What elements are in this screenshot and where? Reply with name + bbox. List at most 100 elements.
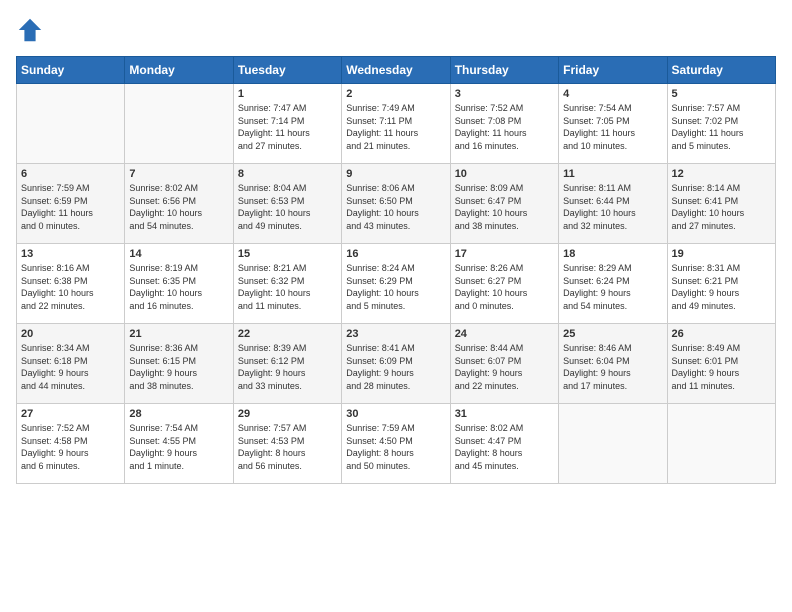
day-header-sunday: Sunday bbox=[17, 57, 125, 84]
calendar-cell bbox=[667, 404, 775, 484]
day-number: 17 bbox=[455, 248, 554, 260]
day-number: 6 bbox=[21, 168, 120, 180]
day-info: Sunrise: 7:54 AM Sunset: 7:05 PM Dayligh… bbox=[563, 102, 662, 152]
day-number: 11 bbox=[563, 168, 662, 180]
calendar-cell: 19 Sunrise: 8:31 AM Sunset: 6:21 PM Dayli… bbox=[667, 244, 775, 324]
day-number: 23 bbox=[346, 328, 445, 340]
day-info: Sunrise: 8:29 AM Sunset: 6:24 PM Dayligh… bbox=[563, 262, 662, 312]
calendar-cell: 25Sunrise: 8:46 AM Sunset: 6:04 PM Dayli… bbox=[559, 324, 667, 404]
calendar-cell: 9Sunrise: 8:06 AM Sunset: 6:50 PM Daylig… bbox=[342, 164, 450, 244]
day-number: 24 bbox=[455, 328, 554, 340]
calendar-cell: 16Sunrise: 8:24 AM Sunset: 6:29 PM Dayli… bbox=[342, 244, 450, 324]
day-info: Sunrise: 8:04 AM Sunset: 6:53 PM Dayligh… bbox=[238, 182, 337, 232]
day-info: Sunrise: 8:14 AM Sunset: 6:41 PM Dayligh… bbox=[672, 182, 771, 232]
day-number: 14 bbox=[129, 248, 228, 260]
day-info: Sunrise: 8:34 AM Sunset: 6:18 PM Dayligh… bbox=[21, 342, 120, 392]
day-info: Sunrise: 7:49 AM Sunset: 7:11 PM Dayligh… bbox=[346, 102, 445, 152]
day-info: Sunrise: 8:36 AM Sunset: 6:15 PM Dayligh… bbox=[129, 342, 228, 392]
day-number: 29 bbox=[238, 408, 337, 420]
calendar-cell: 12Sunrise: 8:14 AM Sunset: 6:41 PM Dayli… bbox=[667, 164, 775, 244]
calendar-cell bbox=[125, 84, 233, 164]
day-info: Sunrise: 8:39 AM Sunset: 6:12 PM Dayligh… bbox=[238, 342, 337, 392]
calendar-cell: 17Sunrise: 8:26 AM Sunset: 6:27 PM Dayli… bbox=[450, 244, 558, 324]
day-info: Sunrise: 7:59 AM Sunset: 4:50 PM Dayligh… bbox=[346, 422, 445, 472]
calendar-cell: 31Sunrise: 8:02 AM Sunset: 4:47 PM Dayli… bbox=[450, 404, 558, 484]
day-header-tuesday: Tuesday bbox=[233, 57, 341, 84]
day-info: Sunrise: 7:57 AM Sunset: 4:53 PM Dayligh… bbox=[238, 422, 337, 472]
day-number: 22 bbox=[238, 328, 337, 340]
day-number: 21 bbox=[129, 328, 228, 340]
page-header bbox=[16, 16, 776, 44]
calendar-cell: 10 Sunrise: 8:09 AM Sunset: 6:47 PM Dayli… bbox=[450, 164, 558, 244]
day-info: Sunrise: 7:52 AM Sunset: 7:08 PM Dayligh… bbox=[455, 102, 554, 152]
day-info: Sunrise: 8:44 AM Sunset: 6:07 PM Dayligh… bbox=[455, 342, 554, 392]
calendar-cell: 13Sunrise: 8:16 AM Sunset: 6:38 PM Dayli… bbox=[17, 244, 125, 324]
day-number: 30 bbox=[346, 408, 445, 420]
day-number: 26 bbox=[672, 328, 771, 340]
day-number: 4 bbox=[563, 88, 662, 100]
day-info: Sunrise: 8:11 AM Sunset: 6:44 PM Dayligh… bbox=[563, 182, 662, 232]
day-header-thursday: Thursday bbox=[450, 57, 558, 84]
calendar-cell: 5 Sunrise: 7:57 AM Sunset: 7:02 PM Daylig… bbox=[667, 84, 775, 164]
day-header-monday: Monday bbox=[125, 57, 233, 84]
calendar-cell: 6 Sunrise: 7:59 AM Sunset: 6:59 PM Daylig… bbox=[17, 164, 125, 244]
day-number: 7 bbox=[129, 168, 228, 180]
calendar-cell: 14 Sunrise: 8:19 AM Sunset: 6:35 PM Dayli… bbox=[125, 244, 233, 324]
day-number: 19 bbox=[672, 248, 771, 260]
day-number: 18 bbox=[563, 248, 662, 260]
day-number: 3 bbox=[455, 88, 554, 100]
calendar-cell bbox=[559, 404, 667, 484]
calendar-cell: 22 Sunrise: 8:39 AM Sunset: 6:12 PM Dayli… bbox=[233, 324, 341, 404]
calendar-table: SundayMondayTuesdayWednesdayThursdayFrid… bbox=[16, 56, 776, 484]
day-info: Sunrise: 7:47 AM Sunset: 7:14 PM Dayligh… bbox=[238, 102, 337, 152]
calendar-cell: 18 Sunrise: 8:29 AM Sunset: 6:24 PM Dayli… bbox=[559, 244, 667, 324]
calendar-cell: 3 Sunrise: 7:52 AM Sunset: 7:08 PM Daylig… bbox=[450, 84, 558, 164]
day-info: Sunrise: 8:02 AM Sunset: 4:47 PM Dayligh… bbox=[455, 422, 554, 472]
calendar-cell bbox=[17, 84, 125, 164]
day-number: 25 bbox=[563, 328, 662, 340]
day-info: Sunrise: 8:21 AM Sunset: 6:32 PM Dayligh… bbox=[238, 262, 337, 312]
calendar-cell: 27 Sunrise: 7:52 AM Sunset: 4:58 PM Dayli… bbox=[17, 404, 125, 484]
calendar-cell: 28Sunrise: 7:54 AM Sunset: 4:55 PM Dayli… bbox=[125, 404, 233, 484]
day-info: Sunrise: 7:54 AM Sunset: 4:55 PM Dayligh… bbox=[129, 422, 228, 472]
logo bbox=[16, 16, 48, 44]
calendar-cell: 2 Sunrise: 7:49 AM Sunset: 7:11 PM Daylig… bbox=[342, 84, 450, 164]
header-row: SundayMondayTuesdayWednesdayThursdayFrid… bbox=[17, 57, 776, 84]
day-number: 10 bbox=[455, 168, 554, 180]
calendar-cell: 30 Sunrise: 7:59 AM Sunset: 4:50 PM Dayli… bbox=[342, 404, 450, 484]
day-info: Sunrise: 7:57 AM Sunset: 7:02 PM Dayligh… bbox=[672, 102, 771, 152]
calendar-cell: 4 Sunrise: 7:54 AM Sunset: 7:05 PM Daylig… bbox=[559, 84, 667, 164]
day-info: Sunrise: 7:52 AM Sunset: 4:58 PM Dayligh… bbox=[21, 422, 120, 472]
day-number: 13 bbox=[21, 248, 120, 260]
calendar-week-5: 27 Sunrise: 7:52 AM Sunset: 4:58 PM Dayli… bbox=[17, 404, 776, 484]
day-info: Sunrise: 8:02 AM Sunset: 6:56 PM Dayligh… bbox=[129, 182, 228, 232]
day-number: 5 bbox=[672, 88, 771, 100]
calendar-week-1: 1 Sunrise: 7:47 AM Sunset: 7:14 PM Daylig… bbox=[17, 84, 776, 164]
day-info: Sunrise: 8:09 AM Sunset: 6:47 PM Dayligh… bbox=[455, 182, 554, 232]
day-info: Sunrise: 8:31 AM Sunset: 6:21 PM Dayligh… bbox=[672, 262, 771, 312]
day-header-saturday: Saturday bbox=[667, 57, 775, 84]
calendar-week-3: 13Sunrise: 8:16 AM Sunset: 6:38 PM Dayli… bbox=[17, 244, 776, 324]
calendar-cell: 1 Sunrise: 7:47 AM Sunset: 7:14 PM Daylig… bbox=[233, 84, 341, 164]
calendar-cell: 23Sunrise: 8:41 AM Sunset: 6:09 PM Dayli… bbox=[342, 324, 450, 404]
day-number: 1 bbox=[238, 88, 337, 100]
calendar-cell: 8 Sunrise: 8:04 AM Sunset: 6:53 PM Daylig… bbox=[233, 164, 341, 244]
day-number: 20 bbox=[21, 328, 120, 340]
calendar-cell: 29 Sunrise: 7:57 AM Sunset: 4:53 PM Dayli… bbox=[233, 404, 341, 484]
day-number: 8 bbox=[238, 168, 337, 180]
day-number: 27 bbox=[21, 408, 120, 420]
day-info: Sunrise: 8:19 AM Sunset: 6:35 PM Dayligh… bbox=[129, 262, 228, 312]
calendar-cell: 24 Sunrise: 8:44 AM Sunset: 6:07 PM Dayli… bbox=[450, 324, 558, 404]
day-number: 2 bbox=[346, 88, 445, 100]
day-number: 15 bbox=[238, 248, 337, 260]
calendar-cell: 26Sunrise: 8:49 AM Sunset: 6:01 PM Dayli… bbox=[667, 324, 775, 404]
logo-icon bbox=[16, 16, 44, 44]
calendar-cell: 21 Sunrise: 8:36 AM Sunset: 6:15 PM Dayli… bbox=[125, 324, 233, 404]
calendar-cell: 20 Sunrise: 8:34 AM Sunset: 6:18 PM Dayli… bbox=[17, 324, 125, 404]
day-info: Sunrise: 7:59 AM Sunset: 6:59 PM Dayligh… bbox=[21, 182, 120, 232]
day-header-friday: Friday bbox=[559, 57, 667, 84]
calendar-week-2: 6 Sunrise: 7:59 AM Sunset: 6:59 PM Daylig… bbox=[17, 164, 776, 244]
day-info: Sunrise: 8:06 AM Sunset: 6:50 PM Dayligh… bbox=[346, 182, 445, 232]
day-number: 16 bbox=[346, 248, 445, 260]
day-header-wednesday: Wednesday bbox=[342, 57, 450, 84]
